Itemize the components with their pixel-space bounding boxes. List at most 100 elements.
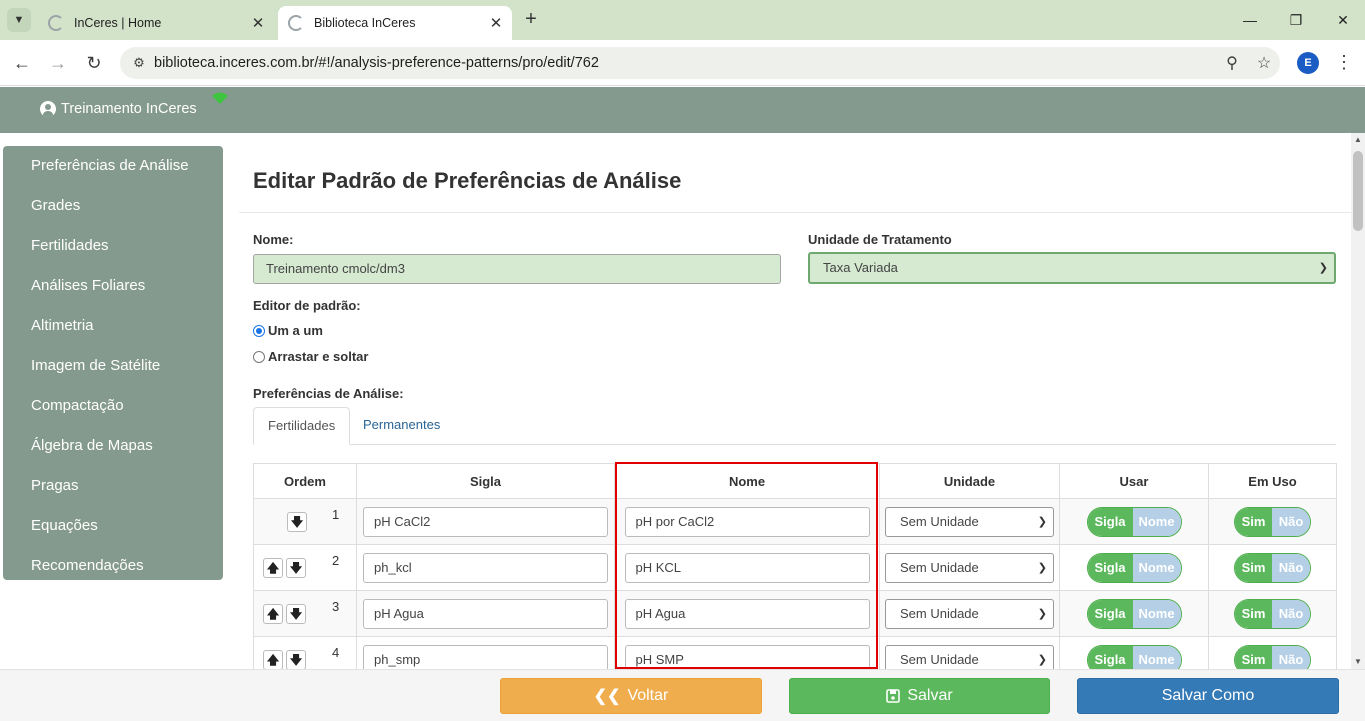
em-uso-toggle[interactable]: Sim Não <box>1234 552 1311 583</box>
browser-tab-biblioteca[interactable]: Biblioteca InCeres ✕ <box>278 6 512 40</box>
toggle-on-label[interactable]: Sigla <box>1087 599 1133 628</box>
address-bar[interactable]: ⚙ biblioteca.inceres.com.br/#!/analysis-… <box>120 47 1280 79</box>
radio-um-a-um[interactable]: Um a um <box>253 323 323 338</box>
scroll-down-arrow-icon[interactable]: ▼ <box>1351 655 1365 669</box>
toggle-on-label[interactable]: Sim <box>1235 599 1273 628</box>
toggle-off-label[interactable]: Nome <box>1132 553 1181 582</box>
page-scrollbar[interactable]: ▲ ▼ <box>1351 133 1365 669</box>
back-arrow-icon[interactable]: ← <box>9 50 35 76</box>
toggle-off-label[interactable]: Nome <box>1132 507 1181 536</box>
toggle-off-label[interactable]: Não <box>1272 507 1310 536</box>
user-name: Treinamento InCeres <box>61 101 197 117</box>
usar-toggle[interactable]: Sigla Nome <box>1086 598 1182 629</box>
back-button[interactable]: ❮❮ Voltar <box>500 678 762 714</box>
move-down-arrow-icon[interactable]: 🡇 <box>286 604 306 624</box>
unidade-select[interactable]: Sem Unidade ❯ <box>885 552 1054 583</box>
toggle-off-label[interactable]: Não <box>1272 553 1310 582</box>
usar-toggle[interactable]: Sigla Nome <box>1086 552 1182 583</box>
em-uso-cell: Sim Não <box>1208 636 1337 669</box>
sidebar-item-fertilidades[interactable]: Fertilidades <box>3 226 223 266</box>
scroll-up-arrow-icon[interactable]: ▲ <box>1351 133 1365 147</box>
sigla-input[interactable]: pH Agua <box>363 598 608 629</box>
sigla-cell: ph_kcl <box>356 544 615 591</box>
sigla-input[interactable]: pH CaCl2 <box>363 506 608 537</box>
sidebar-item-altimetria[interactable]: Altimetria <box>3 306 223 346</box>
nome-input[interactable]: pH SMP <box>624 644 870 669</box>
unit-select[interactable]: Taxa Variada ❯ <box>808 252 1336 284</box>
move-down-arrow-icon[interactable]: 🡇 <box>286 650 306 669</box>
name-input[interactable]: Treinamento cmolc/dm3 <box>253 254 781 284</box>
save-as-button[interactable]: Salvar Como <box>1077 678 1339 714</box>
tab-search-chevron-icon[interactable]: ▼ <box>7 8 31 32</box>
unidade-select[interactable]: Sem Unidade ❯ <box>885 598 1054 629</box>
sidebar-item-pragas[interactable]: Pragas <box>3 466 223 506</box>
toggle-off-label[interactable]: Não <box>1272 645 1310 669</box>
unidade-select[interactable]: Sem Unidade ❯ <box>885 506 1054 537</box>
radio-label: Arrastar e soltar <box>268 349 369 364</box>
sidebar-item-recomendacoes[interactable]: Recomendações <box>3 546 223 586</box>
sidebar-item-preferencias[interactable]: Preferências de Análise <box>3 146 223 186</box>
nome-input[interactable]: pH por CaCl2 <box>624 506 870 537</box>
toggle-on-label[interactable]: Sim <box>1235 645 1273 669</box>
order-cell: 🡅 🡇 2 <box>253 544 357 591</box>
toggle-on-label[interactable]: Sigla <box>1087 507 1133 536</box>
move-down-arrow-icon[interactable]: 🡇 <box>287 512 307 532</box>
unit-select-value: Taxa Variada <box>823 260 898 275</box>
sidebar-item-compactacao[interactable]: Compactação <box>3 386 223 426</box>
unidade-select[interactable]: Sem Unidade ❯ <box>885 644 1054 669</box>
scroll-thumb[interactable] <box>1353 151 1363 231</box>
save-button[interactable]: Salvar <box>789 678 1050 714</box>
sidebar-item-equacoes[interactable]: Equações <box>3 506 223 546</box>
close-icon[interactable]: ✕ <box>248 14 268 32</box>
toggle-on-label[interactable]: Sim <box>1235 553 1273 582</box>
order-number: 2 <box>332 553 340 568</box>
usar-toggle[interactable]: Sigla Nome <box>1086 506 1182 537</box>
sidebar-item-grades[interactable]: Grades <box>3 186 223 226</box>
restore-icon[interactable]: ❐ <box>1273 6 1319 34</box>
toggle-off-label[interactable]: Não <box>1272 599 1310 628</box>
toggle-on-label[interactable]: Sim <box>1235 507 1273 536</box>
sigla-input[interactable]: ph_kcl <box>363 552 608 583</box>
sigla-input[interactable]: ph_smp <box>363 644 608 669</box>
url-text[interactable]: biblioteca.inceres.com.br/#!/analysis-pr… <box>154 55 1216 71</box>
move-up-arrow-icon[interactable]: 🡅 <box>263 558 283 578</box>
radio-arrastar-soltar[interactable]: Arrastar e soltar <box>253 349 368 364</box>
em-uso-toggle[interactable]: Sim Não <box>1234 644 1311 669</box>
toggle-off-label[interactable]: Nome <box>1132 645 1181 669</box>
nome-input[interactable]: pH Agua <box>624 598 870 629</box>
move-up-arrow-icon[interactable]: 🡅 <box>263 650 283 669</box>
close-icon[interactable]: ✕ <box>486 14 506 32</box>
nome-input[interactable]: pH KCL <box>624 552 870 583</box>
zoom-icon[interactable]: ⚲ <box>1216 53 1248 73</box>
sidebar-item-imagem-satelite[interactable]: Imagem de Satélite <box>3 346 223 386</box>
toggle-off-label[interactable]: Nome <box>1132 599 1181 628</box>
em-uso-toggle[interactable]: Sim Não <box>1234 598 1311 629</box>
move-down-arrow-icon[interactable]: 🡇 <box>286 558 306 578</box>
tab-fertilidades[interactable]: Fertilidades <box>253 407 351 445</box>
radio-unchecked-icon[interactable] <box>253 350 265 363</box>
usar-toggle[interactable]: Sigla Nome <box>1086 644 1182 669</box>
radio-checked-icon[interactable] <box>253 324 265 337</box>
site-settings-icon[interactable]: ⚙ <box>124 55 154 71</box>
new-tab-plus-icon[interactable]: + <box>520 8 542 32</box>
unidade-value: Sem Unidade <box>900 513 979 529</box>
sidebar-item-analises-foliares[interactable]: Análises Foliares <box>3 266 223 306</box>
toggle-on-label[interactable]: Sigla <box>1087 553 1133 582</box>
em-uso-toggle[interactable]: Sim Não <box>1234 506 1311 537</box>
reload-icon[interactable]: ↻ <box>81 50 107 76</box>
minimize-icon[interactable]: — <box>1227 6 1273 34</box>
bookmark-star-icon[interactable]: ☆ <box>1248 53 1280 73</box>
usar-cell: Sigla Nome <box>1059 590 1209 637</box>
tab-permanentes[interactable]: Permanentes <box>349 407 454 445</box>
window-close-icon[interactable]: ✕ <box>1320 6 1365 34</box>
browser-tab-home[interactable]: InCeres | Home ✕ <box>38 6 274 40</box>
user-menu[interactable]: Treinamento InCeres <box>40 101 197 117</box>
forward-arrow-icon[interactable]: → <box>45 50 71 76</box>
action-footer: ❮❮ Voltar Salvar Salvar Como <box>0 669 1365 721</box>
toggle-on-label[interactable]: Sigla <box>1087 645 1133 669</box>
sidebar-item-algebra-mapas[interactable]: Álgebra de Mapas <box>3 426 223 466</box>
profile-avatar[interactable]: E <box>1297 52 1319 74</box>
move-up-arrow-icon[interactable]: 🡅 <box>263 604 283 624</box>
nome-cell: pH SMP <box>614 636 880 669</box>
browser-menu-icon[interactable]: ⋮ <box>1334 52 1354 74</box>
